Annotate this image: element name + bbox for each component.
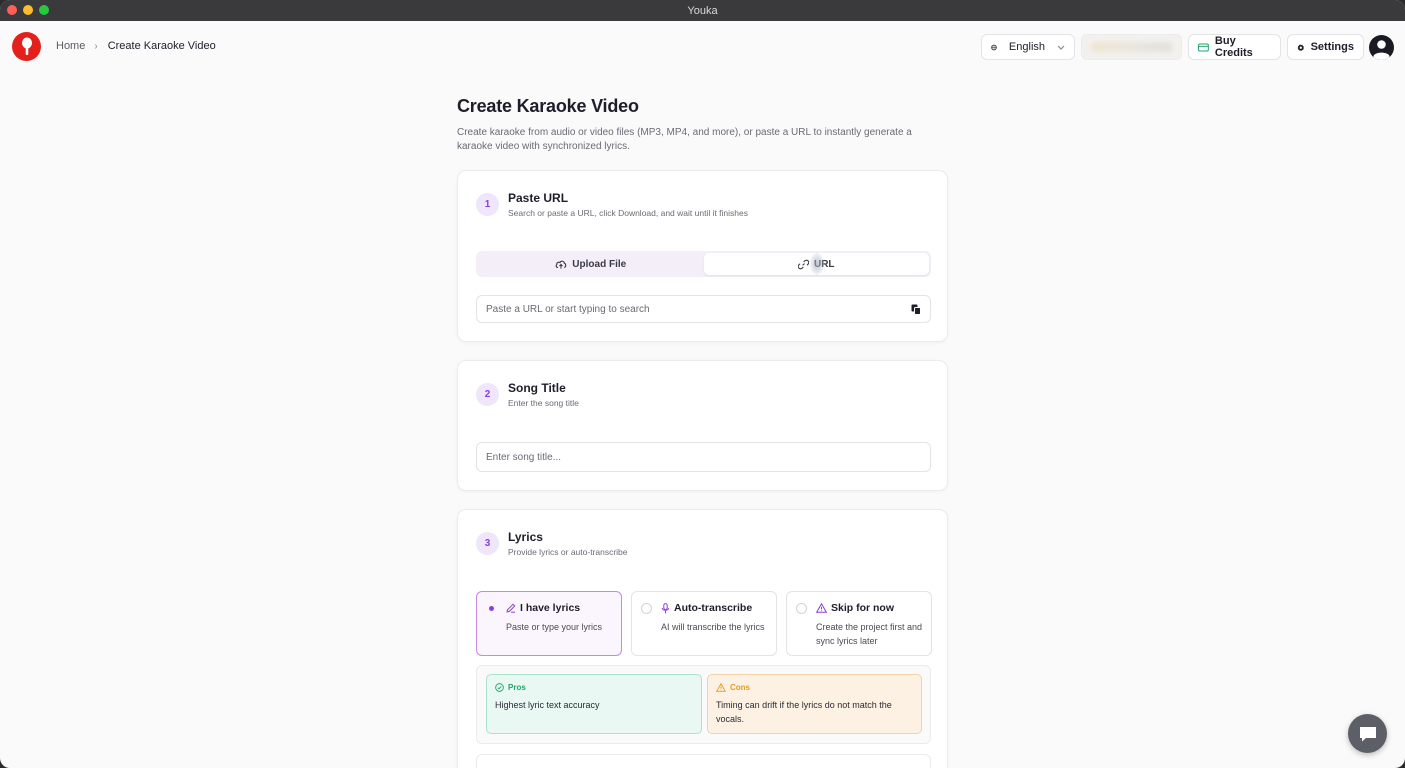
cons-text: Timing can drift if the lyrics do not ma… bbox=[716, 700, 892, 724]
chevron-down-icon bbox=[1057, 42, 1065, 52]
language-label: English bbox=[1008, 41, 1045, 53]
option-description: AI will transcribe the lyrics bbox=[661, 622, 765, 632]
settings-label: Settings bbox=[1310, 41, 1354, 53]
lyrics-options: I have lyrics Paste or type your lyrics … bbox=[476, 591, 932, 656]
step-number-badge: 3 bbox=[476, 532, 499, 555]
tab-url[interactable]: URL bbox=[703, 253, 929, 275]
page-header: Create Karaoke Video Create karaoke from… bbox=[457, 96, 948, 154]
option-description: Paste or type your lyrics bbox=[506, 622, 603, 632]
buy-credits-button[interactable]: Buy Credits bbox=[1188, 34, 1281, 60]
option-description: Create the project first and sync lyrics… bbox=[816, 622, 923, 646]
url-search-input[interactable]: Paste a URL or start typing to search bbox=[476, 295, 931, 323]
minimize-window-button[interactable] bbox=[23, 5, 33, 15]
step-title: Paste URL bbox=[508, 191, 569, 205]
pros-cons-panel: Pros Highest lyric text accuracy Cons Ti… bbox=[476, 665, 931, 744]
tab-upload-file[interactable]: Upload File bbox=[478, 253, 704, 275]
option-title: Skip for now bbox=[831, 602, 894, 614]
option-title: Auto-transcribe bbox=[674, 602, 753, 614]
credits-balance-blurred[interactable] bbox=[1081, 34, 1182, 60]
breadcrumb-home-link[interactable]: Home bbox=[56, 40, 85, 52]
title-bar: Youka bbox=[0, 0, 1405, 21]
microphone-logo-icon bbox=[21, 37, 32, 55]
step-song-title-card: 2 Song Title Enter the song title Enter … bbox=[457, 360, 948, 491]
warning-icon bbox=[716, 683, 726, 692]
pros-text: Highest lyric text accuracy bbox=[495, 700, 600, 710]
cons-label: Cons bbox=[730, 683, 750, 692]
step-number-badge: 1 bbox=[476, 193, 499, 216]
window-title: Youka bbox=[687, 4, 718, 17]
option-title: I have lyrics bbox=[520, 602, 581, 614]
cons-box: Cons Timing can drift if the lyrics do n… bbox=[707, 674, 922, 734]
paste-clipboard-icon[interactable] bbox=[911, 304, 921, 315]
user-avatar[interactable] bbox=[1369, 35, 1394, 60]
user-icon bbox=[1373, 40, 1390, 60]
radio-unselected[interactable] bbox=[796, 603, 807, 614]
song-title-input[interactable]: Enter song title... bbox=[476, 442, 931, 472]
step-title: Lyrics bbox=[508, 530, 543, 544]
globe-icon bbox=[991, 44, 997, 50]
link-icon bbox=[797, 259, 809, 269]
lyrics-input-area[interactable] bbox=[476, 754, 931, 768]
source-type-toggle: Upload File URL bbox=[476, 251, 931, 277]
step-subtitle: Enter the song title bbox=[508, 398, 579, 408]
option-have-lyrics[interactable]: I have lyrics Paste or type your lyrics bbox=[476, 591, 622, 656]
step-header: 1 Paste URL Search or paste a URL, click… bbox=[476, 191, 748, 218]
chat-bubble-icon bbox=[1359, 726, 1376, 741]
gear-icon bbox=[1297, 43, 1305, 51]
settings-button[interactable]: Settings bbox=[1287, 34, 1364, 60]
top-navigation: Home › Create Karaoke Video English Buy bbox=[0, 21, 1405, 73]
check-circle-icon bbox=[495, 683, 504, 692]
pencil-icon bbox=[506, 603, 516, 613]
option-auto-transcribe[interactable]: Auto-transcribe AI will transcribe the l… bbox=[631, 591, 777, 656]
url-input-placeholder: Paste a URL or start typing to search bbox=[486, 303, 650, 315]
language-select[interactable]: English bbox=[981, 34, 1075, 60]
maximize-window-button[interactable] bbox=[39, 5, 49, 15]
microphone-icon bbox=[661, 602, 670, 613]
pros-box: Pros Highest lyric text accuracy bbox=[486, 674, 702, 734]
blurred-credits-value bbox=[1091, 42, 1172, 52]
page-title: Create Karaoke Video bbox=[457, 96, 639, 116]
breadcrumb-separator: › bbox=[94, 40, 98, 52]
step-paste-url-card: 1 Paste URL Search or paste a URL, click… bbox=[457, 170, 948, 342]
credit-card-icon bbox=[1198, 42, 1209, 52]
radio-selected[interactable] bbox=[486, 603, 497, 614]
step-header: 3 Lyrics Provide lyrics or auto-transcri… bbox=[476, 530, 628, 557]
app-window: Youka Home › Create Karaoke Video Englis… bbox=[0, 0, 1405, 768]
chat-support-button[interactable] bbox=[1348, 714, 1387, 753]
page-description: Create karaoke from audio or video files… bbox=[457, 127, 912, 152]
step-subtitle: Provide lyrics or auto-transcribe bbox=[508, 547, 628, 557]
window-controls bbox=[7, 5, 49, 15]
cloud-upload-icon bbox=[555, 260, 567, 269]
pros-label: Pros bbox=[508, 683, 526, 692]
radio-unselected[interactable] bbox=[641, 603, 652, 614]
close-window-button[interactable] bbox=[7, 5, 17, 15]
warning-triangle-icon bbox=[816, 603, 827, 613]
step-subtitle: Search or paste a URL, click Download, a… bbox=[508, 208, 749, 218]
tab-upload-file-label: Upload File bbox=[572, 258, 627, 270]
step-title: Song Title bbox=[508, 381, 566, 395]
step-lyrics-card: 3 Lyrics Provide lyrics or auto-transcri… bbox=[457, 509, 948, 768]
option-skip-for-now[interactable]: Skip for now Create the project first an… bbox=[786, 591, 932, 656]
song-title-placeholder: Enter song title... bbox=[486, 451, 562, 463]
buy-credits-label: Buy Credits bbox=[1214, 35, 1253, 59]
breadcrumb-current: Create Karaoke Video bbox=[107, 40, 216, 52]
step-number-badge: 2 bbox=[476, 383, 499, 406]
breadcrumb: Home › Create Karaoke Video bbox=[56, 40, 216, 52]
youka-logo[interactable] bbox=[12, 32, 41, 61]
mouse-cursor bbox=[809, 253, 824, 275]
step-header: 2 Song Title Enter the song title bbox=[476, 381, 579, 408]
